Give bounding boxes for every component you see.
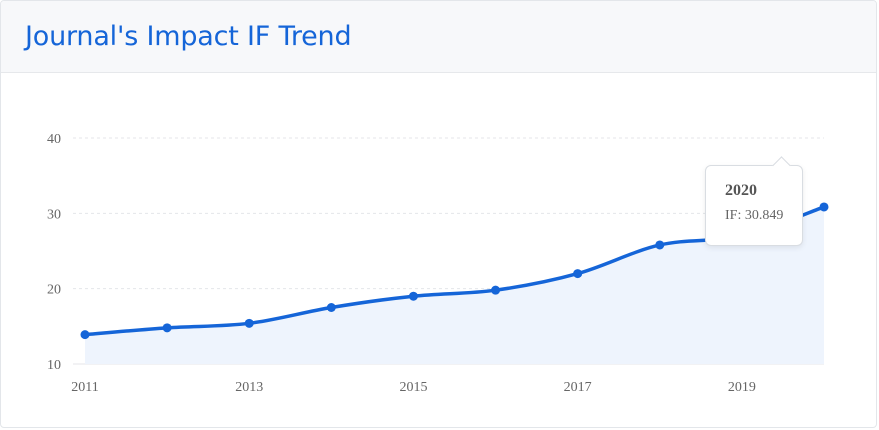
data-point <box>491 285 501 295</box>
impact-factor-chart: 10 20 30 40 2011 2013 2015 2017 2019 <box>47 132 829 395</box>
data-point <box>573 269 583 279</box>
data-point <box>162 323 172 333</box>
data-point <box>819 202 829 212</box>
chart-card: Journal's Impact IF Trend 10 20 30 40 2011 20… <box>0 0 877 428</box>
data-tooltip: 2020 IF: 30.849 <box>705 156 803 246</box>
x-tick-label: 2013 <box>235 380 263 395</box>
data-point <box>326 303 336 312</box>
tooltip-value: IF: 30.849 <box>725 208 802 224</box>
x-tick-label: 2019 <box>728 380 756 395</box>
chart-area: 10 20 30 40 2011 2013 2015 2017 2019 <box>1 74 876 427</box>
card-header: Journal's Impact IF Trend <box>1 1 876 73</box>
chart-title: Journal's Impact IF Trend <box>25 21 352 52</box>
data-point <box>244 318 254 328</box>
y-tick-label: 40 <box>47 132 61 147</box>
x-tick-label: 2017 <box>564 380 592 395</box>
y-tick-label: 30 <box>47 207 61 222</box>
y-tick-label: 20 <box>47 283 61 298</box>
y-tick-label: 10 <box>47 358 61 373</box>
tooltip-year: 2020 <box>725 182 757 199</box>
tooltip-value-number: 30.849 <box>744 208 784 223</box>
data-point <box>408 291 418 301</box>
tooltip-value-label: IF: <box>725 208 742 223</box>
data-point <box>80 330 90 340</box>
x-tick-label: 2015 <box>399 380 427 395</box>
x-tick-label: 2011 <box>71 380 98 395</box>
data-point <box>655 240 665 250</box>
